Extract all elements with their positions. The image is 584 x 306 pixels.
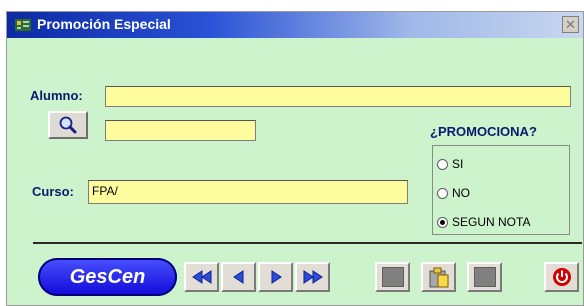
save-button[interactable] bbox=[375, 262, 410, 292]
previous-record-icon bbox=[232, 270, 243, 284]
app-icon bbox=[15, 19, 31, 31]
radio-segun-nota[interactable] bbox=[437, 216, 448, 228]
title-bar: Promoción Especial ✕ bbox=[7, 12, 583, 38]
search-alumno-button[interactable] bbox=[48, 111, 88, 139]
divider bbox=[33, 242, 582, 244]
save-icon bbox=[381, 267, 404, 287]
paste-button[interactable] bbox=[421, 262, 456, 292]
curso-label: Curso: bbox=[32, 184, 74, 199]
radio-segun-nota-label: SEGUN NOTA bbox=[452, 215, 531, 229]
promocion-especial-window: Promoción Especial ✕ Alumno: Curso: FPA/… bbox=[6, 11, 584, 306]
previous-record-button[interactable] bbox=[221, 262, 256, 292]
radio-si[interactable] bbox=[437, 158, 448, 170]
next-record-button[interactable] bbox=[258, 262, 293, 292]
power-icon bbox=[552, 268, 571, 286]
curso-field[interactable]: FPA/ bbox=[88, 180, 408, 204]
close-button[interactable]: ✕ bbox=[562, 16, 579, 33]
paste-icon bbox=[429, 267, 448, 288]
promociona-label: ¿PROMOCIONA? bbox=[430, 124, 537, 139]
last-record-icon bbox=[303, 270, 323, 284]
gescen-logo-button[interactable]: GesCen bbox=[38, 258, 177, 296]
exit-button[interactable] bbox=[544, 262, 579, 292]
radio-option-si[interactable]: SI bbox=[437, 154, 463, 174]
radio-no[interactable] bbox=[437, 187, 448, 199]
alumno-code-field[interactable] bbox=[105, 120, 256, 141]
alumno-field[interactable] bbox=[105, 86, 571, 107]
delete-icon bbox=[473, 267, 496, 287]
radio-option-segun-nota[interactable]: SEGUN NOTA bbox=[437, 212, 530, 232]
radio-si-label: SI bbox=[452, 157, 464, 171]
alumno-label: Alumno: bbox=[30, 88, 83, 103]
first-record-button[interactable] bbox=[184, 262, 219, 292]
magnifier-icon bbox=[59, 116, 77, 134]
radio-no-label: NO bbox=[452, 186, 470, 200]
first-record-icon bbox=[191, 270, 211, 284]
window-title: Promoción Especial bbox=[37, 16, 171, 32]
promociona-radio-group: SI NO SEGUN NOTA bbox=[432, 145, 570, 235]
delete-button[interactable] bbox=[467, 262, 502, 292]
radio-option-no[interactable]: NO bbox=[437, 183, 470, 203]
next-record-icon bbox=[271, 270, 282, 284]
last-record-button[interactable] bbox=[295, 262, 330, 292]
